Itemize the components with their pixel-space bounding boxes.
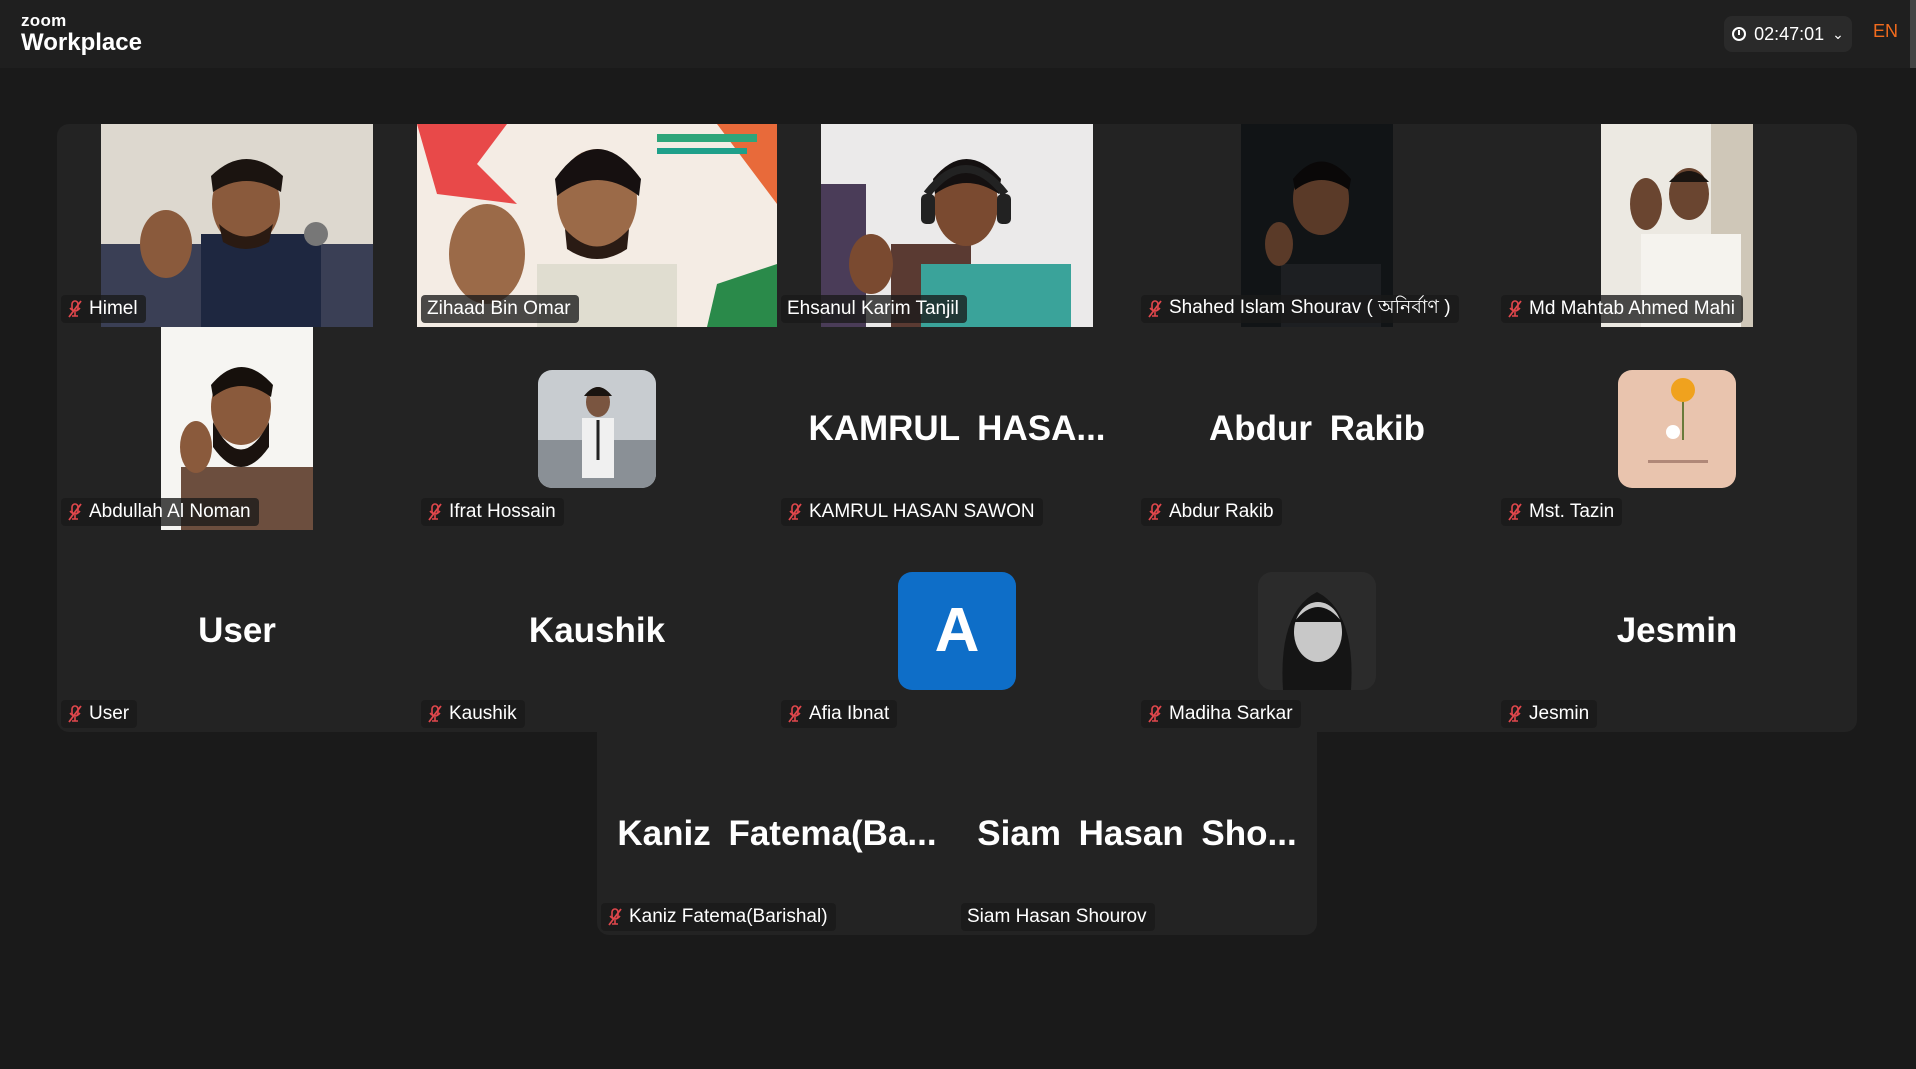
participant-tile-afia[interactable]: A Afia Ibnat (777, 529, 1137, 732)
mic-muted-icon (1508, 503, 1522, 521)
participant-name: Mst. Tazin (1529, 501, 1615, 522)
mic-muted-icon (788, 705, 802, 723)
participant-name: User (89, 703, 130, 724)
participant-name: Shahed Islam Shourav ( অনির্বাণ ) (1169, 297, 1451, 318)
participant-name: Ifrat Hossain (449, 501, 556, 522)
mic-muted-icon (68, 503, 82, 521)
participant-name-tag: Afia Ibnat (781, 700, 898, 728)
mic-muted-icon (68, 300, 82, 318)
mic-muted-icon (1508, 705, 1522, 723)
participant-tile-himel[interactable]: Himel (57, 124, 417, 327)
participant-name-tag: Ehsanul Karim Tanjil (781, 295, 967, 323)
participant-avatar-letter: A (898, 571, 1016, 690)
chevron-down-icon: ⌄ (1832, 25, 1844, 42)
participant-name: Ehsanul Karim Tanjil (787, 298, 959, 319)
participant-tile-jesmin[interactable]: Jesmin Jesmin (1497, 529, 1857, 732)
logo-brand-large: Workplace (21, 29, 142, 56)
mic-muted-icon (1148, 503, 1162, 521)
participant-avatar (1618, 369, 1736, 488)
participant-tile-shahed[interactable]: Shahed Islam Shourav ( অনির্বাণ ) (1137, 124, 1497, 327)
participant-name-tag: Zihaad Bin Omar (421, 295, 579, 323)
participant-name-tag: KAMRUL HASAN SAWON (781, 498, 1043, 526)
mic-muted-icon (1508, 300, 1522, 318)
mic-muted-icon (608, 908, 622, 926)
participant-tile-tazin[interactable]: Mst. Tazin (1497, 327, 1857, 530)
participant-name: Abdur Rakib (1169, 501, 1274, 522)
mic-muted-icon (1148, 300, 1162, 318)
participant-name: Kaniz Fatema(Barishal) (629, 906, 828, 927)
video-gallery: Himel Zihaad Bin Omar Ehsanul Karim Tanj… (57, 124, 1857, 732)
clock-icon (1732, 27, 1747, 41)
zoom-workplace-logo: zoom Workplace (21, 12, 142, 56)
participant-name-tag: Abdur Rakib (1141, 498, 1282, 526)
mic-muted-icon (1148, 705, 1162, 723)
participant-tile-mahtab[interactable]: Md Mahtab Ahmed Mahi (1497, 124, 1857, 327)
participant-tile-abdullah[interactable]: Abdullah Al Noman (57, 327, 417, 530)
participant-name: Afia Ibnat (809, 703, 890, 724)
participant-name: KAMRUL HASAN SAWON (809, 501, 1035, 522)
meeting-timer: 02:47:01 (1754, 23, 1825, 44)
video-gallery-row-4: Kaniz Fatema(Ba... Kaniz Fatema(Barishal… (597, 732, 1317, 935)
logo-brand-small: zoom (21, 11, 67, 30)
mic-muted-icon (428, 705, 442, 723)
language-button[interactable]: EN (1873, 21, 1898, 42)
top-bar: zoom Workplace 02:47:01 ⌄ EN (0, 0, 1916, 68)
participant-name-tag: Ifrat Hossain (421, 498, 564, 526)
participant-tile-madiha[interactable]: Madiha Sarkar (1137, 529, 1497, 732)
mic-muted-icon (788, 503, 802, 521)
participant-avatar (538, 369, 656, 488)
participant-tile-ehsanul[interactable]: Ehsanul Karim Tanjil (777, 124, 1137, 327)
participant-tile-user[interactable]: User User (57, 529, 417, 732)
participant-name-tag: Siam Hasan Shourov (961, 903, 1155, 931)
scrollbar[interactable] (1910, 0, 1916, 68)
participant-name-tag: User (61, 700, 138, 728)
participant-name-tag: Shahed Islam Shourav ( অনির্বাণ ) (1141, 295, 1459, 323)
participant-name-tag: Madiha Sarkar (1141, 700, 1301, 728)
participant-name-tag: Kaniz Fatema(Barishal) (601, 903, 836, 931)
participant-tile-kamrul[interactable]: KAMRUL HASA... KAMRUL HASAN SAWON (777, 327, 1137, 530)
participant-tile-abdur[interactable]: Abdur Rakib Abdur Rakib (1137, 327, 1497, 530)
participant-tile-siam[interactable]: Siam Hasan Sho... Siam Hasan Shourov (957, 732, 1317, 935)
participant-avatar (1258, 571, 1376, 690)
participant-name: Kaushik (449, 703, 517, 724)
participant-name-tag: Kaushik (421, 700, 525, 728)
participant-name: Jesmin (1529, 703, 1590, 724)
mic-muted-icon (428, 503, 442, 521)
participant-name-tag: Jesmin (1501, 700, 1598, 728)
participant-tile-kaushik[interactable]: Kaushik Kaushik (417, 529, 777, 732)
participant-name: Madiha Sarkar (1169, 703, 1293, 724)
participant-tile-kaniz[interactable]: Kaniz Fatema(Ba... Kaniz Fatema(Barishal… (597, 732, 957, 935)
participant-name: Abdullah Al Noman (89, 501, 251, 522)
participant-name: Siam Hasan Shourov (967, 906, 1147, 927)
participant-name: Md Mahtab Ahmed Mahi (1529, 298, 1735, 319)
participant-tile-zihaad[interactable]: Zihaad Bin Omar (417, 124, 777, 327)
participant-name-tag: Mst. Tazin (1501, 498, 1623, 526)
meeting-timer-button[interactable]: 02:47:01 ⌄ (1724, 16, 1852, 52)
participant-name: Himel (89, 298, 138, 319)
participant-tile-ifrat[interactable]: Ifrat Hossain (417, 327, 777, 530)
participant-name-tag: Himel (61, 295, 146, 323)
participant-name-tag: Md Mahtab Ahmed Mahi (1501, 295, 1743, 323)
participant-name-tag: Abdullah Al Noman (61, 498, 259, 526)
participant-name: Zihaad Bin Omar (427, 298, 571, 319)
mic-muted-icon (68, 705, 82, 723)
